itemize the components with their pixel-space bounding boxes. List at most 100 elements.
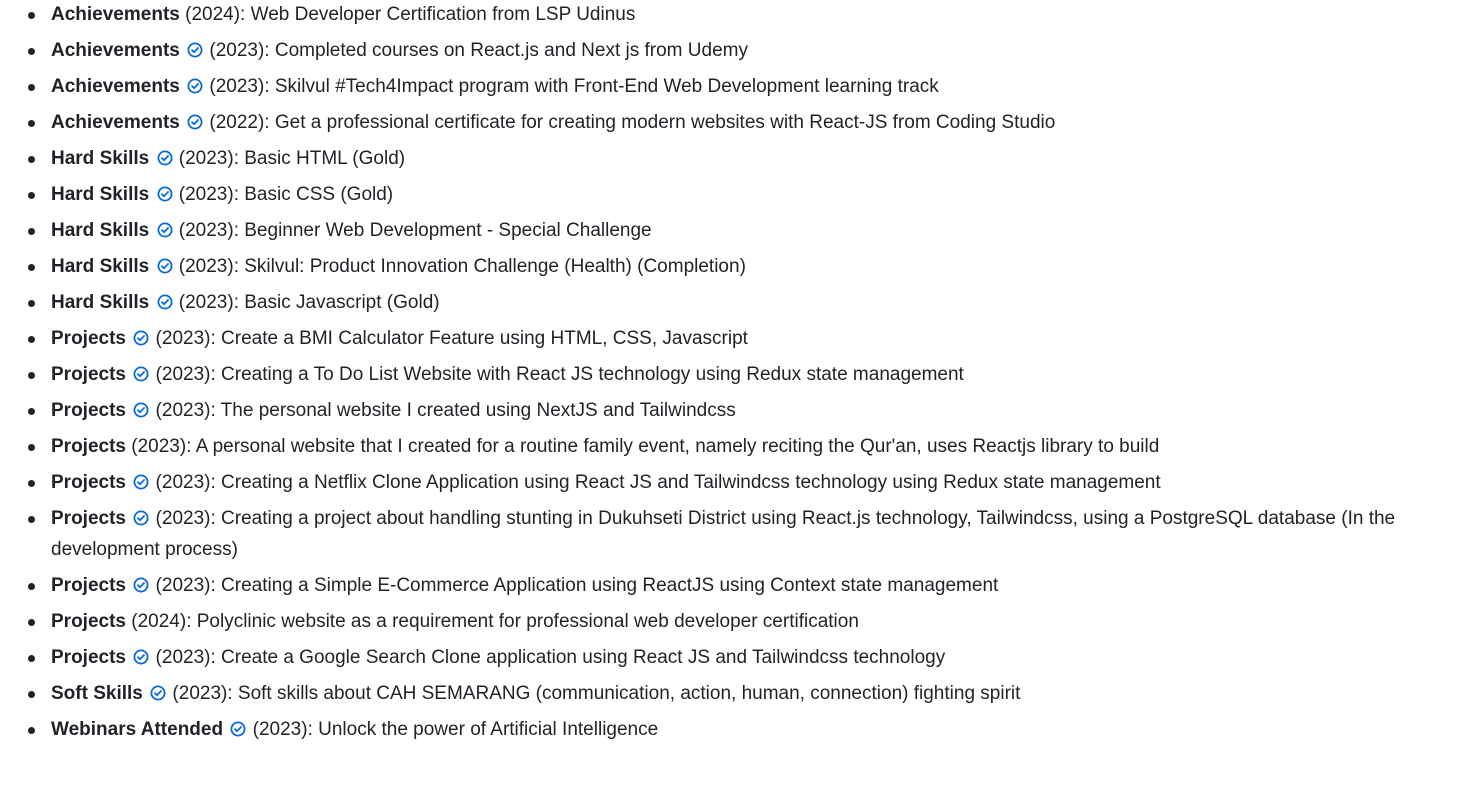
check-circle-icon [133,366,149,382]
check-circle-icon [133,474,149,490]
bullet-icon [28,444,35,451]
item-year: (2023) [178,220,234,241]
item-description: : Creating a To Do List Website with Rea… [210,364,964,385]
bullet-icon [28,726,35,734]
check-circle-icon [187,114,203,130]
item-category: Projects [51,364,126,385]
bullet-icon [28,156,35,163]
check-circle-icon [157,186,173,202]
bullet-icon [28,192,35,199]
item-category: Projects [51,508,126,529]
item-year: (2024) [131,610,187,632]
list-item: Hard Skills (2023): Skilvul: Product Inn… [28,252,1465,283]
item-description: : Creating a Netflix Clone Application u… [210,472,1161,493]
item-description: : Get a professional certificate for cre… [264,112,1056,133]
item-year: (2023) [178,148,234,169]
item-category: Projects [51,646,126,668]
list-item: Projects (2023): Creating a To Do List W… [28,360,1465,391]
check-circle-icon [157,222,173,238]
item-category: Hard Skills [51,184,150,205]
item-category: Achievements [51,112,180,133]
list-item: Achievements (2024): Web Developer Certi… [28,0,1465,31]
item-description: : Web Developer Certification from LSP U… [240,4,636,25]
list-item: Projects (2023): Create a Google Search … [28,643,1465,674]
item-description: : Create a Google Search Clone applicati… [210,646,946,668]
item-year: (2023) [209,40,265,61]
item-category: Achievements [51,76,180,97]
check-circle-icon [133,577,149,593]
item-description: : Beginner Web Development - Special Cha… [233,220,652,241]
item-description: : Basic HTML (Gold) [233,148,406,169]
check-circle-icon [133,330,149,346]
item-description: : Polyclinic website as a requirement fo… [186,610,859,632]
item-year: (2023) [178,256,234,277]
item-year: (2023) [155,646,211,668]
item-year: (2023) [155,400,211,421]
check-circle-icon [187,42,203,58]
item-year: (2022) [209,112,265,133]
item-year: (2023) [252,718,308,740]
list-item: Hard Skills (2023): Basic Javascript (Go… [28,288,1465,319]
item-year: (2023) [178,184,234,205]
item-year: (2023) [155,508,211,529]
bullet-icon [28,228,35,235]
item-year: (2023) [155,574,211,596]
list-item: Projects (2023): A personal website that… [28,432,1465,463]
check-circle-icon [187,78,203,94]
item-description: : Create a BMI Calculator Feature using … [210,328,748,349]
list-item: Projects (2024): Polyclinic website as a… [28,607,1465,638]
list-item: Hard Skills (2023): Basic CSS (Gold) [28,180,1465,211]
bullet-icon [28,690,35,698]
bullet-icon [28,372,35,379]
item-year: (2023) [155,328,211,349]
item-description: : A personal website that I created for … [186,436,1160,457]
check-circle-icon [157,294,173,310]
bullet-icon [28,480,35,487]
check-circle-icon [230,721,246,737]
item-category: Hard Skills [51,256,150,277]
item-category: Webinars Attended [51,718,224,740]
item-description: : Unlock the power of Artificial Intelli… [307,718,659,740]
item-category: Projects [51,574,126,596]
item-category: Hard Skills [51,148,150,169]
item-category: Hard Skills [51,292,150,313]
list-item: Projects (2023): Creating a Simple E-Com… [28,571,1465,602]
item-year: (2024) [185,4,241,25]
item-description: : Creating a project about handling stun… [51,508,1396,560]
item-category: Projects [51,400,126,421]
list-item: Webinars Attended (2023): Unlock the pow… [28,715,1465,746]
check-circle-icon [133,510,149,526]
item-category: Soft Skills [51,682,143,704]
item-description: : Skilvul #Tech4Impact program with Fron… [264,76,939,97]
list-item: Achievements (2023): Skilvul #Tech4Impac… [28,72,1465,103]
check-circle-icon [150,685,166,701]
bullet-icon [28,120,35,127]
check-circle-icon [133,649,149,665]
item-description: : Basic CSS (Gold) [233,184,394,205]
bullet-icon [28,582,35,590]
bullet-icon [28,48,35,55]
check-circle-icon [133,402,149,418]
bullet-icon [28,516,35,523]
item-description: : Completed courses on React.js and Next… [264,40,748,61]
item-year: (2023) [131,436,187,457]
list-item: Projects (2023): Creating a Netflix Clon… [28,468,1465,499]
bullet-icon [28,618,35,626]
list-item: Projects (2023): Creating a project abou… [28,504,1461,565]
list-item: Achievements (2023): Completed courses o… [28,36,1465,67]
bullet-icon [28,408,35,415]
list-item: Projects (2023): The personal website I … [28,396,1465,427]
item-category: Achievements [51,4,180,25]
item-description: : Soft skills about CAH SEMARANG (commun… [227,682,1021,704]
item-description: : Basic Javascript (Gold) [233,292,440,313]
list-item: Hard Skills (2023): Beginner Web Develop… [28,216,1465,247]
item-category: Hard Skills [51,220,150,241]
check-circle-icon [157,258,173,274]
item-year: (2023) [209,76,265,97]
bullet-icon [28,12,35,19]
item-category: Projects [51,328,126,349]
list-item: Achievements (2022): Get a professional … [28,108,1465,139]
item-description: : Skilvul: Product Innovation Challenge … [233,256,746,277]
bullet-icon [28,300,35,307]
item-category: Projects [51,610,126,632]
